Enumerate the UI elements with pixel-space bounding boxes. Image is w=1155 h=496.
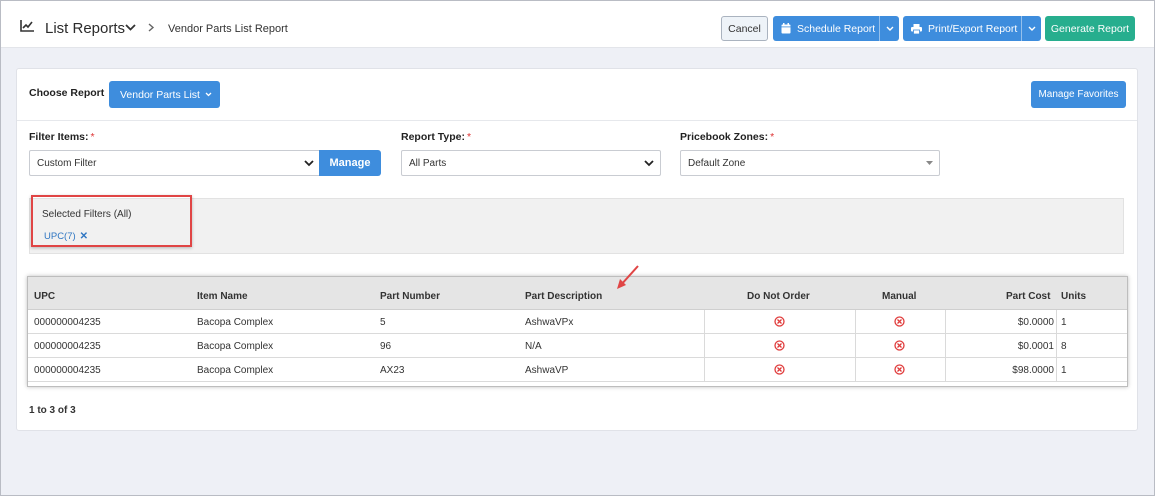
cell-item-name: Bacopa Complex: [197, 317, 274, 328]
required-mark: *: [90, 131, 95, 143]
column-divider: [945, 310, 946, 334]
table-row[interactable]: 000000004235 Bacopa Complex AX23 AshwaVP…: [28, 358, 1127, 382]
column-divider: [855, 310, 856, 334]
pricebook-zones-value: Default Zone: [688, 157, 746, 169]
chevron-down-icon[interactable]: [125, 24, 136, 31]
report-type-label: Report Type: *: [401, 131, 471, 143]
filter-items-label-text: Filter Items:: [29, 131, 89, 143]
manage-filter-button[interactable]: Manage: [319, 150, 381, 176]
chevron-right-icon: [148, 23, 155, 32]
report-type-value: All Parts: [409, 157, 447, 169]
report-type-label-text: Report Type:: [401, 131, 465, 143]
x-circle-icon: [774, 340, 785, 351]
print-export-label: Print/Export Report: [928, 22, 1018, 35]
pricebook-label-text: Pricebook Zones:: [680, 131, 769, 143]
choose-report-label: Choose Report: [29, 87, 105, 99]
cell-part-number: AX23: [380, 365, 405, 376]
pricebook-zones-select[interactable]: Default Zone: [680, 150, 940, 176]
column-divider: [1056, 334, 1057, 358]
column-divider: [855, 334, 856, 358]
pricebook-zones-label: Pricebook Zones: *: [680, 131, 774, 143]
required-mark: *: [466, 131, 472, 143]
cell-part-cost: $98.0000: [1012, 365, 1054, 376]
column-header-units[interactable]: Units: [1061, 291, 1086, 302]
cell-upc: 000000004235: [34, 365, 101, 376]
print-export-main[interactable]: Print/Export Report: [903, 16, 1021, 41]
x-circle-icon: [774, 316, 785, 327]
top-bar: List Reports Vendor Parts List Report Ca…: [1, 1, 1154, 48]
annotation-arrow-icon: [617, 265, 639, 289]
selected-filters-panel: Selected Filters (All) UPC(7) ✕: [29, 198, 1124, 254]
cell-part-cost: $0.0001: [1017, 341, 1054, 352]
schedule-report-label: Schedule Report: [797, 22, 876, 35]
table-header: UPC Item Name Part Number Part Descripti…: [28, 277, 1127, 310]
column-header-manual[interactable]: Manual: [882, 291, 916, 302]
calendar-icon: [781, 23, 791, 34]
printer-icon: [911, 23, 922, 34]
cell-part-cost: $0.0000: [1017, 317, 1054, 328]
breadcrumb: Vendor Parts List Report: [168, 23, 288, 35]
column-header-item-name[interactable]: Item Name: [197, 291, 248, 302]
cell-item-name: Bacopa Complex: [197, 341, 274, 352]
pagination-summary: 1 to 3 of 3: [29, 405, 76, 416]
x-circle-icon: [894, 364, 905, 375]
report-type-select[interactable]: All Parts: [401, 150, 661, 176]
divider: [17, 120, 1137, 121]
cell-part-description: N/A: [525, 341, 542, 352]
chevron-down-icon: [644, 160, 654, 167]
page-title[interactable]: List Reports: [45, 20, 125, 37]
column-divider: [945, 334, 946, 358]
column-divider: [1056, 358, 1057, 382]
cell-part-number: 96: [380, 341, 392, 352]
filter-items-select[interactable]: Custom Filter: [29, 150, 321, 176]
cell-upc: 000000004235: [34, 317, 101, 328]
chevron-down-icon: [304, 160, 314, 167]
cell-units: 1: [1061, 317, 1067, 328]
chart-line-icon: [20, 20, 34, 32]
cell-units: 8: [1061, 341, 1067, 352]
caret-down-icon: [926, 161, 933, 165]
column-header-upc[interactable]: UPC: [34, 291, 55, 302]
table-row[interactable]: 000000004235 Bacopa Complex 5 AshwaVPx $…: [28, 310, 1127, 334]
cell-part-description: AshwaVPx: [525, 317, 574, 328]
cell-units: 1: [1061, 365, 1067, 376]
x-circle-icon: [894, 316, 905, 327]
required-mark: *: [770, 131, 775, 143]
column-divider: [704, 334, 705, 358]
column-header-part-description[interactable]: Part Description: [525, 291, 602, 302]
x-circle-icon: [894, 340, 905, 351]
chevron-down-icon: [886, 26, 893, 31]
filter-items-value: Custom Filter: [37, 157, 97, 169]
cancel-button[interactable]: Cancel: [721, 16, 768, 41]
report-selector-value: Vendor Parts List: [120, 88, 200, 101]
manage-favorites-button[interactable]: Manage Favorites: [1031, 81, 1126, 108]
cell-item-name: Bacopa Complex: [197, 365, 274, 376]
chevron-down-icon: [1028, 26, 1035, 31]
schedule-report-main[interactable]: Schedule Report: [773, 16, 879, 41]
column-divider: [704, 358, 705, 382]
annotation-highlight-box: [31, 195, 192, 247]
chevron-down-icon: [205, 92, 212, 97]
column-header-part-cost[interactable]: Part Cost: [1006, 291, 1050, 302]
schedule-dropdown-toggle[interactable]: [879, 16, 899, 41]
print-export-button[interactable]: Print/Export Report: [903, 16, 1041, 41]
cell-part-description: AshwaVP: [525, 365, 569, 376]
print-dropdown-toggle[interactable]: [1021, 16, 1041, 41]
cell-upc: 000000004235: [34, 341, 101, 352]
x-circle-icon: [774, 364, 785, 375]
table-row[interactable]: 000000004235 Bacopa Complex 96 N/A $0.00…: [28, 334, 1127, 358]
column-header-do-not-order[interactable]: Do Not Order: [747, 291, 810, 302]
results-table: UPC Item Name Part Number Part Descripti…: [27, 276, 1128, 387]
schedule-report-button[interactable]: Schedule Report: [773, 16, 899, 41]
cell-part-number: 5: [380, 317, 386, 328]
column-divider: [1056, 310, 1057, 334]
column-header-part-number[interactable]: Part Number: [380, 291, 440, 302]
column-divider: [855, 358, 856, 382]
column-divider: [945, 358, 946, 382]
column-divider: [704, 310, 705, 334]
filter-items-label: Filter Items: *: [29, 131, 95, 143]
report-selector[interactable]: Vendor Parts List: [109, 81, 220, 108]
report-card: Choose Report Vendor Parts List Manage F…: [16, 68, 1138, 431]
generate-report-button[interactable]: Generate Report: [1045, 16, 1135, 41]
